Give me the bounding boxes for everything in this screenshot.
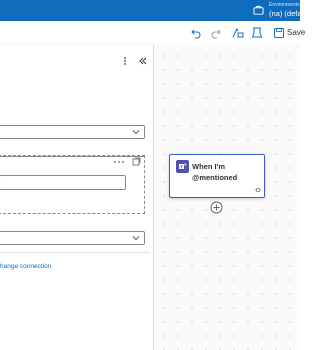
trigger-title: When I'm @mentioned (192, 162, 238, 182)
section-divider (0, 156, 144, 157)
top-bar: Environments (na) (defa (0, 0, 302, 21)
environment-icon[interactable] (253, 5, 264, 16)
change-connection-link[interactable]: hange connection (0, 263, 51, 270)
test-icon[interactable] (251, 27, 263, 39)
parameter-dropdown[interactable] (0, 231, 145, 245)
ellipsis-icon[interactable] (113, 160, 125, 164)
environment-label: Environments (269, 2, 300, 8)
connection-icon (255, 188, 261, 192)
redo-icon[interactable] (210, 27, 222, 39)
more-options-icon[interactable] (122, 56, 128, 66)
save-icon[interactable] (273, 27, 285, 39)
add-step-icon[interactable] (210, 201, 223, 214)
svg-text:T: T (180, 164, 183, 169)
teams-icon: T (176, 160, 189, 173)
collapse-panel-icon[interactable] (138, 56, 148, 66)
properties-panel: hange connection (0, 45, 154, 350)
parameter-section (0, 155, 145, 214)
chevron-down-icon (132, 130, 140, 135)
environment-selector[interactable]: (na) (defa (269, 9, 302, 18)
connection-dropdown[interactable] (0, 125, 145, 139)
chevron-down-icon (132, 236, 140, 241)
save-button[interactable]: Save (287, 28, 305, 37)
section-options-icon[interactable] (132, 157, 141, 166)
panel-divider (0, 252, 150, 253)
parameter-input[interactable] (0, 175, 126, 190)
trigger-card[interactable]: T When I'm @mentioned (169, 154, 265, 198)
flow-checker-icon[interactable] (232, 27, 244, 39)
undo-icon[interactable] (190, 27, 202, 39)
